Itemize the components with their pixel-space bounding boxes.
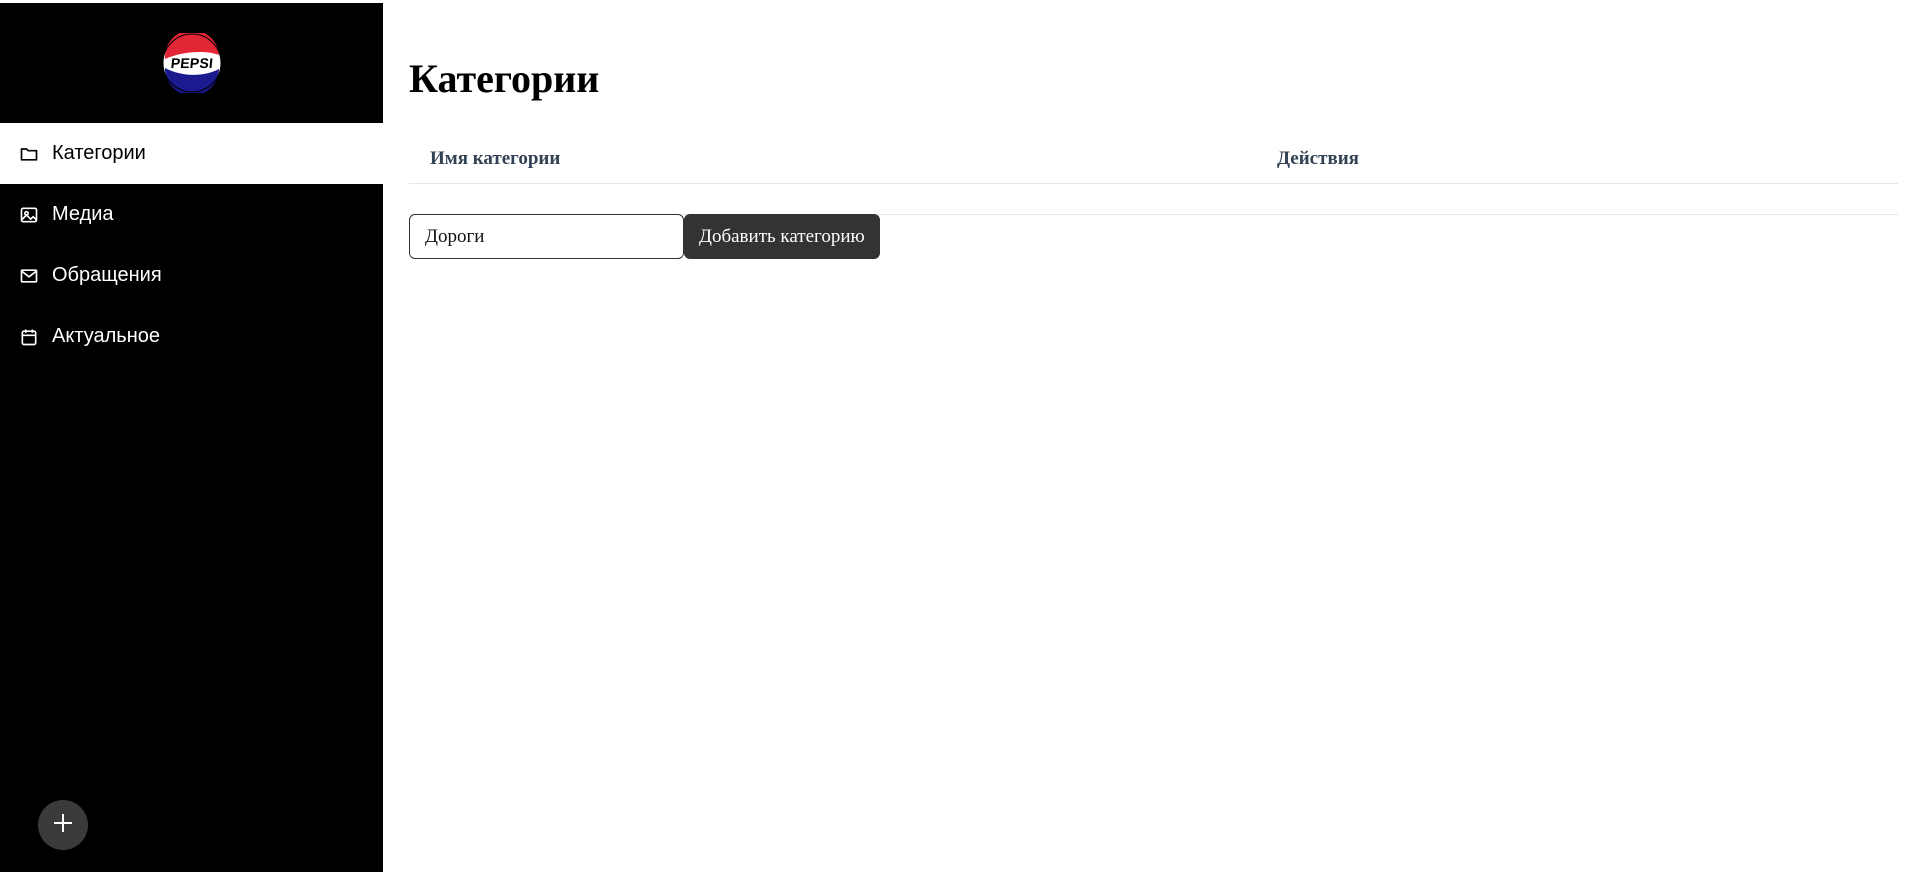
- sidebar-nav: Категории Медиа Обращения Актуальное: [0, 123, 383, 367]
- plus-icon: [52, 812, 74, 839]
- mail-icon: [18, 265, 40, 287]
- add-category-button[interactable]: Добавить категорию: [684, 214, 880, 259]
- table-header: Имя категории Действия: [409, 135, 1898, 184]
- column-header-name: Имя категории: [430, 148, 561, 169]
- pepsi-logo[interactable]: PEPSI: [162, 33, 222, 93]
- sidebar-item-label: Медиа: [52, 203, 114, 225]
- table-body: [409, 184, 1898, 215]
- folder-icon: [18, 143, 40, 165]
- sidebar-item-label: Актуальное: [52, 325, 160, 347]
- calendar-icon: [18, 326, 40, 348]
- logo-area: PEPSI: [0, 3, 383, 123]
- column-header-actions: Действия: [1277, 148, 1359, 169]
- image-icon: [18, 204, 40, 226]
- categories-table: Имя категории Действия: [409, 135, 1898, 215]
- add-category-form: Добавить категорию: [409, 214, 880, 259]
- sidebar-item-label: Обращения: [52, 264, 162, 286]
- logo-text: PEPSI: [169, 55, 214, 71]
- sidebar-item-news[interactable]: Актуальное: [0, 306, 383, 367]
- sidebar-item-media[interactable]: Медиа: [0, 184, 383, 245]
- page-title: Категории: [409, 56, 600, 101]
- sidebar: PEPSI Категории Медиа Обращения Актуальн…: [0, 3, 383, 872]
- add-button[interactable]: [38, 800, 88, 850]
- category-name-input[interactable]: [409, 214, 684, 259]
- sidebar-item-label: Категории: [52, 142, 146, 164]
- sidebar-item-requests[interactable]: Обращения: [0, 245, 383, 306]
- sidebar-item-categories[interactable]: Категории: [0, 123, 383, 184]
